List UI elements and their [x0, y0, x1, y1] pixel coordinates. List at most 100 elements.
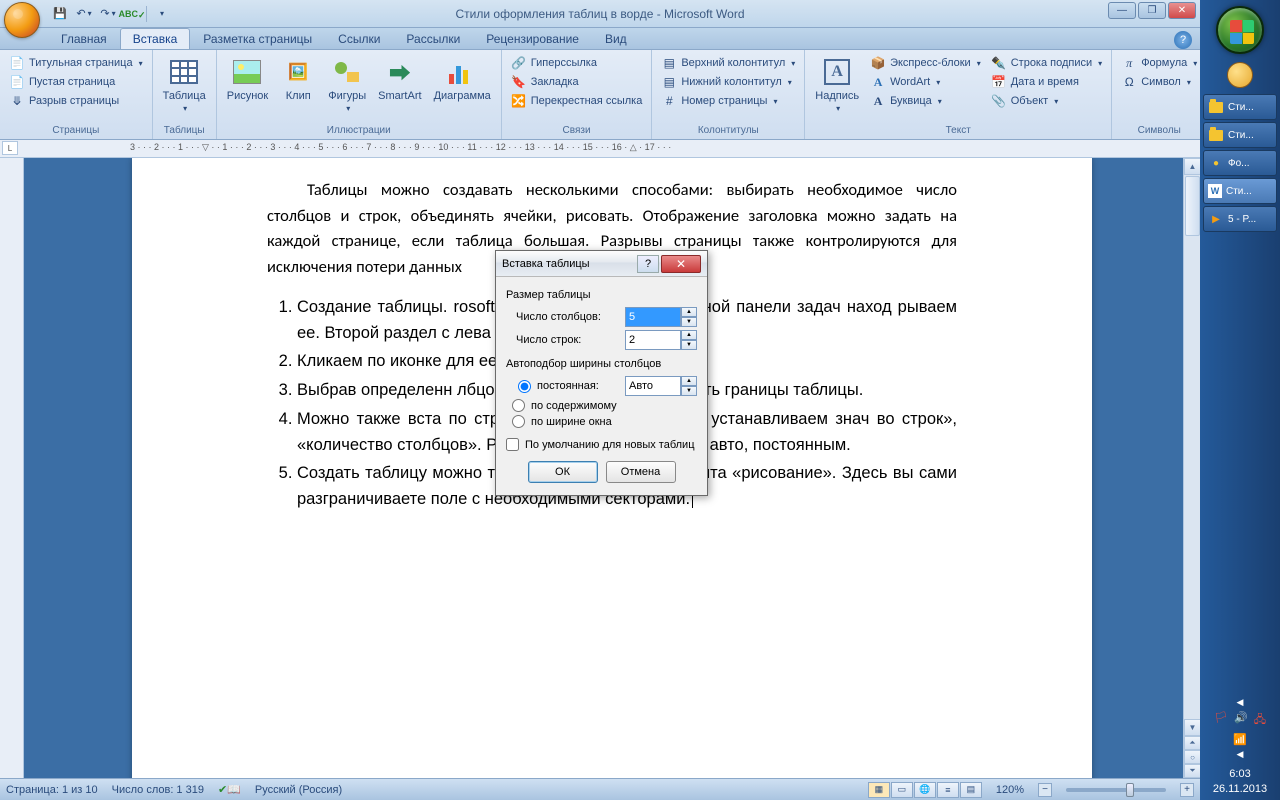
dropcap-button[interactable]: AБуквица▾ — [867, 92, 984, 110]
remember-checkbox[interactable] — [506, 438, 519, 451]
tab-selector[interactable]: L — [2, 141, 18, 155]
taskbar-item[interactable]: WСти... — [1203, 178, 1277, 204]
maximize-button[interactable]: ❐ — [1138, 2, 1166, 19]
tab-mailings[interactable]: Рассылки — [393, 28, 473, 49]
blank-page-button[interactable]: 📄Пустая страница — [6, 73, 146, 91]
tray-volume-icon[interactable]: 🔊 — [1234, 711, 1248, 730]
zoom-slider[interactable] — [1066, 788, 1166, 792]
spellcheck-icon[interactable]: ABC✓ — [122, 4, 142, 24]
taskbar-clock[interactable]: 6:03 26.11.2013 — [1213, 767, 1267, 796]
page-break-button[interactable]: ⤋Разрыв страницы — [6, 92, 146, 110]
print-layout-view-icon[interactable]: ▦ — [868, 782, 890, 798]
chart-button[interactable]: Диаграмма — [430, 54, 495, 104]
start-button[interactable] — [1216, 6, 1264, 54]
status-wordcount[interactable]: Число слов: 1 319 — [112, 784, 204, 796]
help-icon[interactable]: ? — [1174, 31, 1192, 49]
scroll-down-icon[interactable]: ▼ — [1184, 719, 1200, 736]
fixed-width-input[interactable] — [625, 376, 681, 396]
scroll-up-icon[interactable]: ▲ — [1184, 158, 1200, 175]
tray-flag-icon[interactable]: 🏳 — [1214, 711, 1228, 730]
prev-page-icon[interactable]: ⏶ — [1184, 736, 1200, 750]
footer-button[interactable]: ▤Нижний колонтитул▾ — [658, 73, 798, 91]
taskbar-item[interactable]: ●Фо... — [1203, 150, 1277, 176]
scroll-thumb[interactable] — [1185, 176, 1200, 236]
yandex-browser-icon[interactable] — [1227, 62, 1253, 88]
tab-home[interactable]: Главная — [48, 28, 120, 49]
crossref-button[interactable]: 🔀Перекрестная ссылка — [508, 92, 646, 110]
spin-down-icon[interactable]: ▼ — [681, 317, 697, 327]
spin-down-icon[interactable]: ▼ — [681, 340, 697, 350]
browse-object-icon[interactable]: ○ — [1184, 750, 1200, 764]
minimize-button[interactable]: — — [1108, 2, 1136, 19]
status-spellcheck-icon[interactable]: ✔📖 — [218, 783, 241, 796]
rows-spinner[interactable]: ▲▼ — [625, 330, 697, 350]
tab-pagelayout[interactable]: Разметка страницы — [190, 28, 325, 49]
columns-spinner[interactable]: ▲▼ — [625, 307, 697, 327]
autofit-content-radio[interactable] — [512, 399, 525, 412]
vertical-scrollbar[interactable]: ▲ ▼ ⏶ ○ ⏷ — [1183, 158, 1200, 778]
autofit-fixed-radio[interactable] — [518, 380, 531, 393]
dialog-close-button[interactable]: ✕ — [661, 255, 701, 273]
datetime-button[interactable]: 📅Дата и время — [988, 73, 1105, 91]
redo-icon[interactable]: ↷▾ — [98, 4, 118, 24]
wordart-button[interactable]: AWordArt▾ — [867, 73, 984, 91]
zoom-out-button[interactable]: − — [1038, 783, 1052, 797]
smartart-button[interactable]: ⮕SmartArt — [374, 54, 425, 104]
dialog-titlebar[interactable]: Вставка таблицы ? ✕ — [496, 251, 707, 277]
tray-signal-icon[interactable]: 📶 — [1233, 733, 1247, 746]
tray-expand-icon[interactable]: ◀ — [1237, 697, 1244, 708]
tab-references[interactable]: Ссылки — [325, 28, 393, 49]
tab-review[interactable]: Рецензирование — [473, 28, 592, 49]
tab-insert[interactable]: Вставка — [120, 28, 191, 49]
autofit-window-radio[interactable] — [512, 415, 525, 428]
status-page[interactable]: Страница: 1 из 10 — [6, 784, 98, 796]
cover-page-button[interactable]: 📄Титульная страница▾ — [6, 54, 146, 72]
outline-view-icon[interactable]: ≡ — [937, 782, 959, 798]
signature-line-button[interactable]: ✒️Строка подписи▾ — [988, 54, 1105, 72]
bookmark-button[interactable]: 🔖Закладка — [508, 73, 646, 91]
fixed-width-spinner[interactable]: ▲▼ — [625, 376, 697, 396]
cancel-button[interactable]: Отмена — [606, 461, 676, 483]
zoom-thumb[interactable] — [1126, 783, 1134, 797]
spin-up-icon[interactable]: ▲ — [681, 330, 697, 340]
zoom-level[interactable]: 120% — [996, 784, 1024, 796]
zoom-in-button[interactable]: + — [1180, 783, 1194, 797]
symbol-button[interactable]: ΩСимвол▾ — [1118, 73, 1200, 91]
save-icon[interactable]: 💾 — [50, 4, 70, 24]
picture-button[interactable]: Рисунок — [223, 54, 273, 104]
textbox-button[interactable]: AНадпись▾ — [811, 54, 863, 116]
taskbar-item[interactable]: ▶5 - P... — [1203, 206, 1277, 232]
clipart-button[interactable]: 🖼️Клип — [276, 54, 320, 104]
pagenumber-button[interactable]: #Номер страницы▾ — [658, 92, 798, 110]
office-button[interactable] — [4, 2, 44, 42]
close-button[interactable]: ✕ — [1168, 2, 1196, 19]
spin-up-icon[interactable]: ▲ — [681, 376, 697, 386]
taskbar-item[interactable]: Сти... — [1203, 94, 1277, 120]
rows-input[interactable] — [625, 330, 681, 350]
fullscreen-view-icon[interactable]: ▭ — [891, 782, 913, 798]
quickparts-button[interactable]: 📦Экспресс-блоки▾ — [867, 54, 984, 72]
spin-down-icon[interactable]: ▼ — [681, 386, 697, 396]
horizontal-ruler[interactable]: L 3 · · · 2 · · · 1 · · · ▽ · · 1 · · · … — [0, 140, 1200, 158]
tray-collapse-icon[interactable]: ◀ — [1237, 749, 1244, 760]
tray-network-icon[interactable]: 🖧 — [1254, 711, 1266, 730]
tab-view[interactable]: Вид — [592, 28, 640, 49]
equation-button[interactable]: πФормула▾ — [1118, 54, 1200, 72]
spin-up-icon[interactable]: ▲ — [681, 307, 697, 317]
shapes-button[interactable]: Фигуры▾ — [324, 54, 370, 116]
taskbar-item[interactable]: Сти... — [1203, 122, 1277, 148]
next-page-icon[interactable]: ⏷ — [1184, 764, 1200, 778]
qat-customize-icon[interactable]: ▾ — [151, 4, 171, 24]
ok-button[interactable]: ОК — [528, 461, 598, 483]
hyperlink-button[interactable]: 🔗Гиперссылка — [508, 54, 646, 72]
header-button[interactable]: ▤Верхний колонтитул▾ — [658, 54, 798, 72]
dialog-help-button[interactable]: ? — [637, 255, 659, 273]
columns-input[interactable] — [625, 307, 681, 327]
draft-view-icon[interactable]: ▤ — [960, 782, 982, 798]
status-language[interactable]: Русский (Россия) — [255, 784, 342, 796]
table-button[interactable]: Таблица▾ — [159, 54, 210, 116]
vertical-ruler[interactable] — [0, 158, 24, 778]
object-button[interactable]: 📎Объект▾ — [988, 92, 1105, 110]
undo-icon[interactable]: ↶▾ — [74, 4, 94, 24]
web-layout-view-icon[interactable]: 🌐 — [914, 782, 936, 798]
